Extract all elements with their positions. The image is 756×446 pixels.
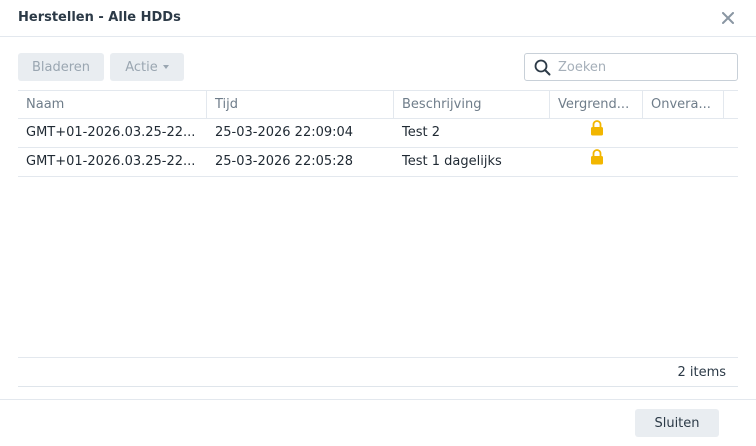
column-header-name[interactable]: Naam (18, 91, 207, 118)
table-row[interactable]: GMT+01-2026.03.25-22... 25-03-2026 22:05… (18, 148, 738, 177)
column-header-time[interactable]: Tijd (207, 91, 394, 118)
close-button-label: Sluiten (654, 415, 700, 431)
cell-description: Test 2 (402, 125, 441, 140)
column-header-unchanged[interactable]: Onvera... (643, 91, 724, 118)
table-footer: 2 items (18, 357, 738, 387)
chevron-down-icon (162, 65, 169, 69)
cell-unchanged (643, 148, 724, 176)
item-count: 2 items (677, 365, 726, 380)
close-button[interactable]: Sluiten (635, 409, 719, 437)
browse-button[interactable]: Bladeren (18, 53, 104, 81)
cell-locked (550, 148, 643, 176)
search-box[interactable] (524, 53, 738, 81)
cell-name: GMT+01-2026.03.25-22... (26, 125, 196, 140)
search-input[interactable] (558, 57, 730, 77)
column-header-locked[interactable]: Vergrend... (550, 91, 643, 118)
column-header-description[interactable]: Beschrijving (394, 91, 550, 118)
table-row[interactable]: GMT+01-2026.03.25-22... 25-03-2026 22:09… (18, 119, 738, 148)
action-dropdown-button[interactable]: Actie (110, 53, 184, 81)
cell-name: GMT+01-2026.03.25-22... (26, 154, 196, 169)
table-header: Naam Tijd Beschrijving Vergrend... Onver… (18, 90, 738, 119)
dialog-title: Herstellen - Alle HDDs (18, 10, 181, 25)
restore-points-table: Naam Tijd Beschrijving Vergrend... Onver… (18, 90, 738, 387)
close-icon[interactable] (718, 8, 738, 28)
cell-time: 25-03-2026 22:05:28 (215, 154, 354, 169)
footer-divider (0, 399, 756, 400)
action-button-label: Actie (125, 59, 158, 75)
browse-button-label: Bladeren (31, 59, 91, 75)
dialog-titlebar: Herstellen - Alle HDDs (0, 0, 756, 37)
cell-locked (550, 119, 643, 147)
cell-time: 25-03-2026 22:09:04 (215, 125, 354, 140)
search-icon (534, 59, 551, 80)
column-header-filler (724, 91, 738, 118)
lock-icon (590, 119, 604, 147)
cell-description: Test 1 dagelijks (402, 154, 502, 169)
lock-icon (590, 148, 604, 176)
cell-unchanged (643, 119, 724, 147)
